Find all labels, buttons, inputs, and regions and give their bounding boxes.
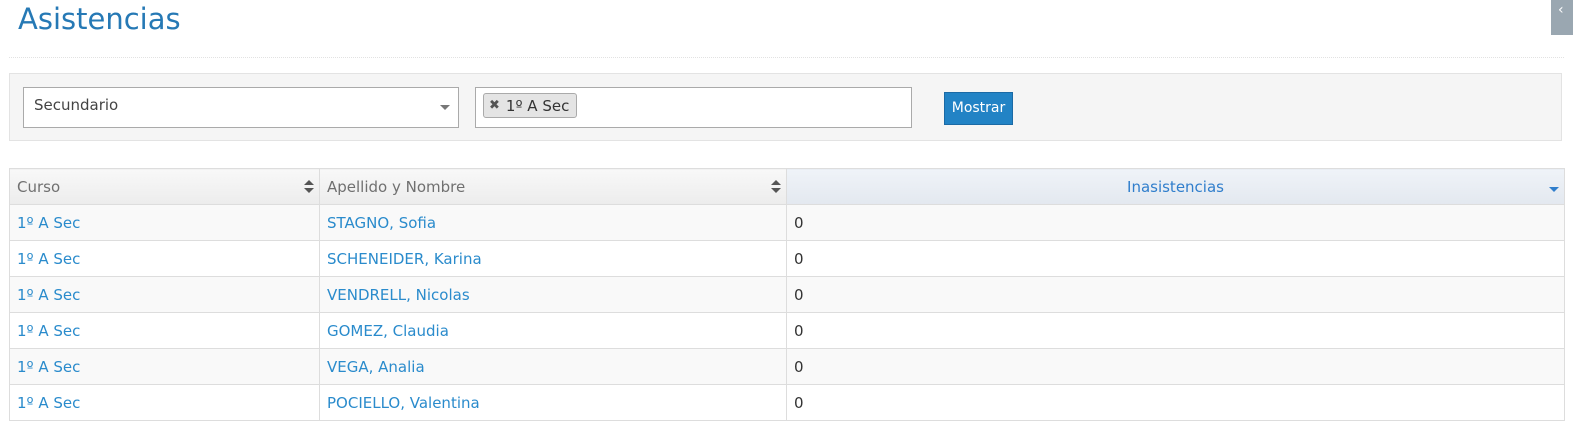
level-select-value: Secundario (34, 96, 119, 114)
cell-nombre[interactable]: GOMEZ, Claudia (319, 312, 787, 349)
cell-inasistencias: 0 (786, 312, 1565, 349)
column-header-curso[interactable]: Curso (9, 168, 320, 205)
title-divider (9, 57, 1564, 58)
course-chip: ✖ 1º A Sec (483, 93, 578, 118)
sort-icon (771, 180, 781, 194)
level-select[interactable]: Secundario (23, 87, 459, 128)
student-link[interactable]: VEGA, Analia (327, 358, 425, 376)
student-link[interactable]: POCIELLO, Valentina (327, 394, 480, 412)
student-link[interactable]: STAGNO, Sofia (327, 214, 436, 232)
column-header-label: Inasistencias (1127, 177, 1224, 196)
cell-nombre[interactable]: POCIELLO, Valentina (319, 384, 787, 421)
table-row: 1º A Sec STAGNO, Sofia 0 (9, 204, 1565, 241)
student-link[interactable]: GOMEZ, Claudia (327, 322, 449, 340)
chevron-down-icon[interactable] (440, 105, 450, 110)
table-row: 1º A Sec SCHENEIDER, Karina 0 (9, 240, 1565, 277)
table-header-row: Curso Apellido y Nombre Inasistencias (9, 168, 1565, 205)
table-row: 1º A Sec VEGA, Analia 0 (9, 348, 1565, 385)
cell-nombre[interactable]: SCHENEIDER, Karina (319, 240, 787, 277)
curso-link[interactable]: 1º A Sec (17, 358, 80, 376)
curso-link[interactable]: 1º A Sec (17, 286, 80, 304)
cell-inasistencias: 0 (786, 348, 1565, 385)
cell-curso[interactable]: 1º A Sec (9, 276, 320, 313)
mostrar-button[interactable]: Mostrar (944, 92, 1013, 125)
cell-curso[interactable]: 1º A Sec (9, 312, 320, 349)
cell-curso[interactable]: 1º A Sec (9, 240, 320, 277)
cell-curso[interactable]: 1º A Sec (9, 348, 320, 385)
chevron-left-icon: ‹ (1558, 2, 1564, 18)
curso-link[interactable]: 1º A Sec (17, 394, 80, 412)
column-header-label: Apellido y Nombre (327, 177, 466, 196)
column-header-nombre[interactable]: Apellido y Nombre (319, 168, 787, 205)
cell-inasistencias: 0 (786, 276, 1565, 313)
cell-nombre[interactable]: STAGNO, Sofia (319, 204, 787, 241)
cell-nombre[interactable]: VEGA, Analia (319, 348, 787, 385)
cell-curso[interactable]: 1º A Sec (9, 204, 320, 241)
cell-inasistencias: 0 (786, 240, 1565, 277)
student-link[interactable]: SCHENEIDER, Karina (327, 250, 482, 268)
table-row: 1º A Sec VENDRELL, Nicolas 0 (9, 276, 1565, 313)
attendance-table: Curso Apellido y Nombre Inasistencias 1º… (9, 168, 1565, 421)
sort-icon (304, 180, 314, 194)
course-multiselect[interactable]: ✖ 1º A Sec (475, 87, 912, 128)
course-chip-label: 1º A Sec (505, 96, 570, 115)
student-link[interactable]: VENDRELL, Nicolas (327, 286, 470, 304)
cell-inasistencias: 0 (786, 204, 1565, 241)
table-row: 1º A Sec GOMEZ, Claudia 0 (9, 312, 1565, 349)
close-icon[interactable]: ✖ (489, 98, 500, 113)
curso-link[interactable]: 1º A Sec (17, 322, 80, 340)
column-header-inasistencias[interactable]: Inasistencias (786, 168, 1565, 205)
curso-link[interactable]: 1º A Sec (17, 214, 80, 232)
cell-curso[interactable]: 1º A Sec (9, 384, 320, 421)
curso-link[interactable]: 1º A Sec (17, 250, 80, 268)
sidebar-toggle-button[interactable]: ‹ (1551, 0, 1573, 35)
table-row: 1º A Sec POCIELLO, Valentina 0 (9, 384, 1565, 421)
cell-inasistencias: 0 (786, 384, 1565, 421)
column-header-label: Curso (17, 177, 61, 196)
page-title: Asistencias (18, 2, 181, 36)
filter-panel: Secundario ✖ 1º A Sec Mostrar (9, 73, 1562, 141)
cell-nombre[interactable]: VENDRELL, Nicolas (319, 276, 787, 313)
sort-desc-icon (1549, 187, 1559, 192)
